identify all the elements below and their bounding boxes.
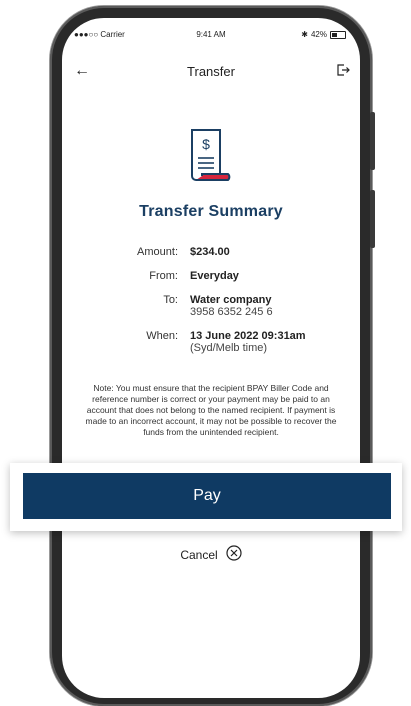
- status-bar: ●●●○○ Carrier 9:41 AM ✱ 42%: [62, 30, 360, 44]
- cancel-button[interactable]: Cancel: [62, 545, 360, 564]
- phone-screen: ●●●○○ Carrier 9:41 AM ✱ 42% ← Transfer $…: [62, 18, 360, 698]
- detail-value: Everyday: [190, 270, 239, 282]
- page-title: Transfer: [187, 64, 235, 79]
- pay-card: Pay: [10, 463, 402, 531]
- phone-side-button: [370, 190, 375, 248]
- battery-icon: [330, 30, 346, 39]
- detail-label: Amount:: [137, 246, 178, 258]
- receipt-icon: $: [188, 128, 232, 191]
- close-circle-icon: [226, 545, 242, 564]
- phone-side-button: [370, 112, 375, 170]
- detail-label: To:: [163, 294, 178, 306]
- detail-value-group: 13 June 2022 09:31am (Syd/Melb time): [190, 330, 306, 354]
- cancel-label: Cancel: [180, 547, 218, 562]
- detail-row-amount: Amount: $234.00: [62, 246, 360, 258]
- detail-value: $234.00: [190, 246, 230, 258]
- detail-subvalue: (Syd/Melb time): [190, 342, 268, 354]
- disclaimer-note: Note: You must ensure that the recipient…: [85, 383, 337, 437]
- battery-percent: 42%: [310, 30, 327, 39]
- detail-value: 13 June 2022 09:31am: [190, 330, 306, 342]
- detail-subvalue: 3958 6352 245 6: [190, 306, 273, 318]
- nav-bar: ← Transfer: [62, 62, 360, 82]
- summary-title: Transfer Summary: [139, 203, 283, 220]
- pay-button[interactable]: Pay: [23, 473, 391, 519]
- detail-label: When:: [146, 330, 178, 342]
- status-right: ✱ 42%: [301, 30, 346, 39]
- detail-label: From:: [149, 270, 178, 282]
- bluetooth-icon: ✱: [301, 30, 308, 39]
- detail-value-group: Water company 3958 6352 245 6: [190, 294, 273, 318]
- summary-details: Amount: $234.00 From: Everyday To: Water…: [62, 246, 360, 366]
- detail-row-from: From: Everyday: [62, 270, 360, 282]
- svg-text:$: $: [202, 136, 210, 152]
- logout-icon[interactable]: [336, 63, 350, 82]
- detail-row-to: To: Water company 3958 6352 245 6: [62, 294, 360, 318]
- detail-value: Water company: [190, 294, 272, 306]
- detail-row-when: When: 13 June 2022 09:31am (Syd/Melb tim…: [62, 330, 360, 354]
